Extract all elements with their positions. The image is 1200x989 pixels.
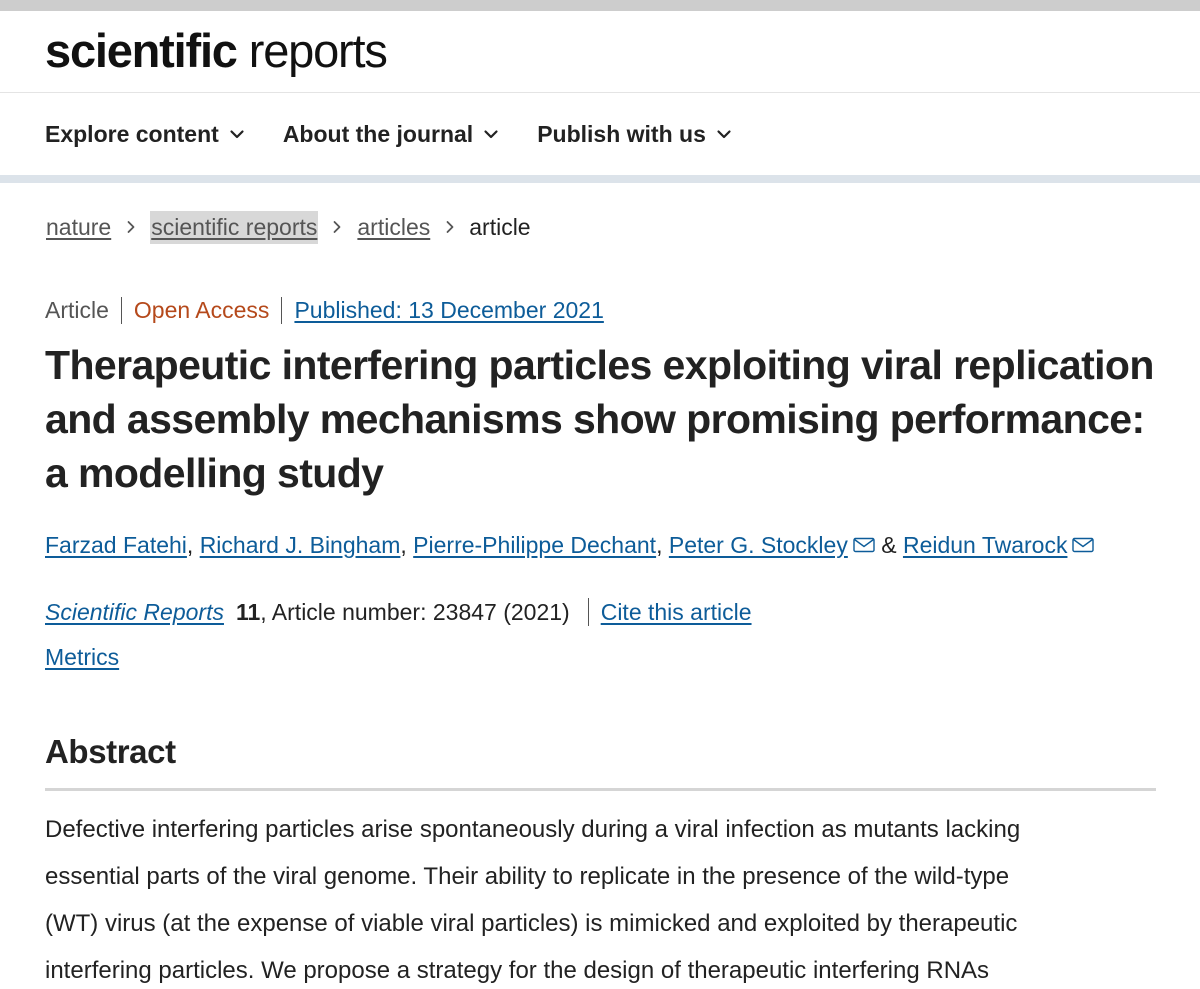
main-navigation: Explore content About the journal Publis… <box>0 93 1200 175</box>
abstract-line: interfering particles. We propose a stra… <box>45 957 990 984</box>
author-separator: , <box>656 531 663 558</box>
citation-line: Scientific Reports 11 , Article number: … <box>45 595 752 629</box>
author-conjunction: & <box>881 531 897 558</box>
chevron-right-icon <box>333 221 341 233</box>
author-separator: , <box>186 531 194 558</box>
abstract-divider <box>45 788 1156 791</box>
nav-item-label: About the journal <box>282 120 474 147</box>
browser-top-strip <box>0 0 1200 11</box>
logo-light-text: reports <box>248 24 388 77</box>
volume-number: 11 <box>235 598 261 625</box>
author-link[interactable]: Peter G. Stockley <box>669 532 848 559</box>
author-link[interactable]: Farzad Fatehi <box>45 532 187 559</box>
abstract-line: Defective interfering particles arise sp… <box>45 816 1021 843</box>
article-type: Article <box>45 296 122 324</box>
email-icon[interactable] <box>853 537 875 553</box>
nav-item-label: Explore content <box>45 120 219 147</box>
cite-this-article-link[interactable]: Cite this article <box>601 599 752 626</box>
breadcrumb-scientific-reports[interactable]: scientific reports <box>150 210 319 244</box>
abstract-body: Defective interfering particles arise sp… <box>45 806 1165 989</box>
author-link[interactable]: Richard J. Bingham <box>200 532 401 559</box>
abstract-heading: Abstract <box>45 733 176 770</box>
journal-link[interactable]: Scientific Reports <box>45 599 224 626</box>
author-link[interactable]: Pierre-Philippe Dechant <box>413 532 656 559</box>
author-link[interactable]: Reidun Twarock <box>903 532 1068 559</box>
chevron-down-icon <box>484 130 498 139</box>
metrics-link[interactable]: Metrics <box>45 644 119 671</box>
author-list: Farzad Fatehi, Richard J. Bingham, Pierr… <box>45 528 1095 562</box>
chevron-down-icon <box>717 130 731 139</box>
chevron-down-icon <box>230 130 244 139</box>
chevron-right-icon <box>446 221 454 233</box>
chevron-right-icon <box>127 221 135 233</box>
article-meta: Article Open Access Published: 13 Decemb… <box>45 294 604 326</box>
breadcrumb-nature[interactable]: nature <box>45 211 112 244</box>
breadcrumb: nature scientific reports articles artic… <box>45 208 531 246</box>
logo-bold-text: scientific <box>45 24 238 77</box>
abstract-line: (WT) virus (at the expense of viable vir… <box>45 910 1018 937</box>
nav-explore-content[interactable]: Explore content <box>45 121 245 148</box>
abstract-line: essential parts of the viral genome. The… <box>45 863 1010 890</box>
email-icon[interactable] <box>1072 537 1095 553</box>
nav-divider <box>0 175 1200 183</box>
breadcrumb-current: article <box>469 213 531 240</box>
masthead: scientific reports <box>0 11 1200 93</box>
open-access-badge: Open Access <box>122 296 283 324</box>
author-separator: , <box>400 531 407 558</box>
journal-logo[interactable]: scientific reports <box>45 24 388 77</box>
article-title: Therapeutic interfering particles exploi… <box>45 342 1154 496</box>
nav-about-journal[interactable]: About the journal <box>283 121 499 148</box>
article-number: , Article number: 23847 (2021) <box>260 598 570 625</box>
nav-item-label: Publish with us <box>537 120 706 147</box>
citation-divider <box>587 598 589 626</box>
published-date-link[interactable]: Published: 13 December 2021 <box>282 297 603 324</box>
breadcrumb-articles[interactable]: articles <box>356 211 431 244</box>
nav-publish-with-us[interactable]: Publish with us <box>537 121 732 148</box>
